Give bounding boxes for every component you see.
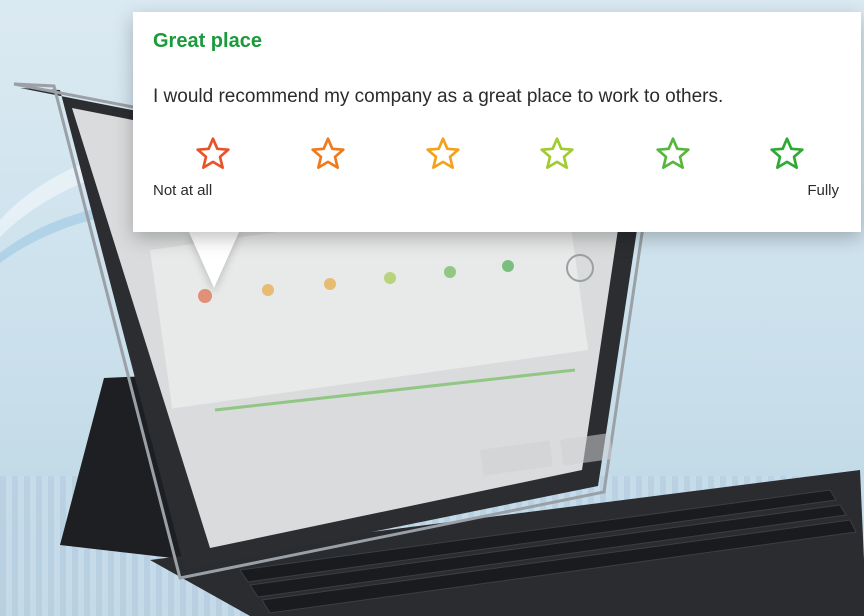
scale-low-label: Not at all bbox=[153, 182, 213, 199]
question-card: Great place I would recommend my company… bbox=[133, 12, 861, 232]
rating-scale bbox=[153, 134, 841, 174]
star-outline-icon bbox=[540, 137, 574, 169]
star-outline-icon bbox=[311, 137, 345, 169]
rating-star-1[interactable] bbox=[193, 134, 233, 174]
rating-star-4[interactable] bbox=[537, 134, 577, 174]
question-text: I would recommend my company as a great … bbox=[153, 86, 724, 107]
rating-star-2[interactable] bbox=[308, 134, 348, 174]
card-callout-pointer bbox=[188, 230, 240, 288]
star-outline-icon bbox=[426, 137, 460, 169]
rating-star-5[interactable] bbox=[653, 134, 693, 174]
star-outline-icon bbox=[656, 137, 690, 169]
star-outline-icon bbox=[770, 137, 804, 169]
scale-high-label: Fully bbox=[807, 182, 839, 199]
rating-star-3[interactable] bbox=[423, 134, 463, 174]
question-title: Great place bbox=[153, 30, 262, 52]
rating-star-6[interactable] bbox=[767, 134, 807, 174]
star-outline-icon bbox=[196, 137, 230, 169]
